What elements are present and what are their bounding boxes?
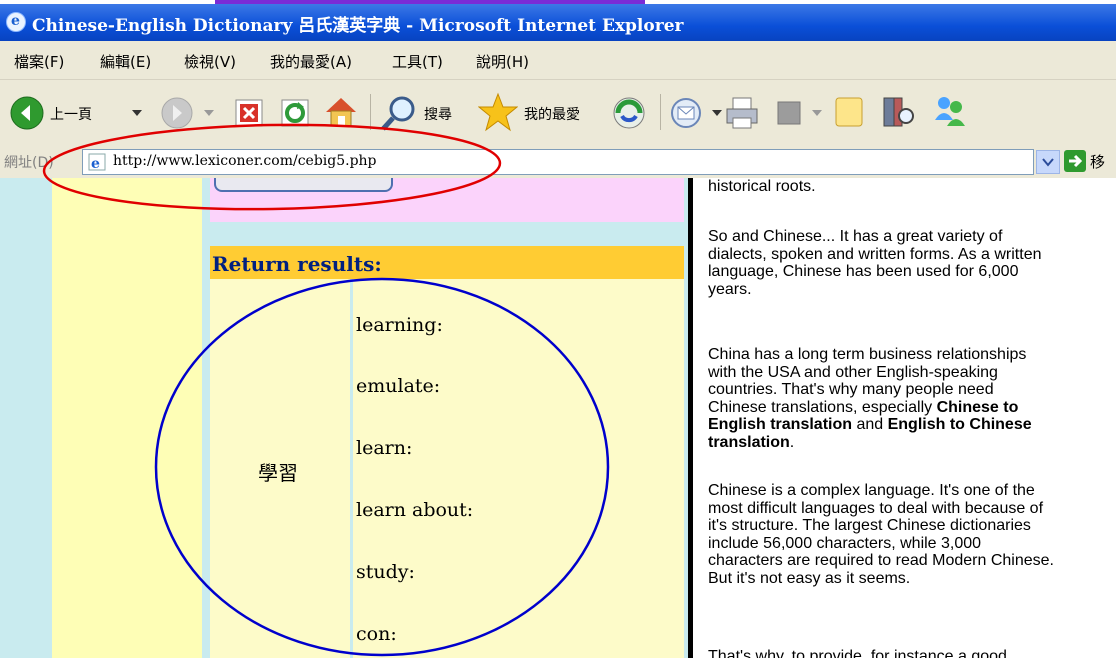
left-sidebar: [52, 178, 202, 658]
favorites-star-icon[interactable]: [478, 92, 518, 132]
article-paragraph: So and Chinese... It has a great variety…: [708, 228, 1042, 298]
edit-dropdown-icon[interactable]: [812, 110, 822, 118]
svg-text:e: e: [91, 156, 100, 171]
back-dropdown-icon[interactable]: [132, 110, 142, 118]
toolbar: 上一頁 搜尋 我的最愛: [0, 80, 1116, 147]
results-header-text: Return results:: [212, 252, 382, 276]
research-icon[interactable]: [880, 94, 916, 130]
edit-icon[interactable]: [776, 100, 804, 126]
entry-word: 學習: [258, 461, 298, 485]
refresh-icon[interactable]: [280, 98, 310, 128]
search-submit-button[interactable]: [214, 178, 393, 192]
address-label: 網址(D): [4, 155, 54, 171]
definition-item: emulate:: [356, 375, 441, 397]
address-bar: 網址(D) e http://www.lexiconer.com/cebig5.…: [0, 146, 1116, 179]
back-label[interactable]: 上一頁: [50, 104, 92, 124]
search-label[interactable]: 搜尋: [424, 104, 452, 124]
favorites-label[interactable]: 我的最愛: [524, 104, 580, 124]
mail-dropdown-icon[interactable]: [712, 110, 722, 118]
definition-item: learning:: [356, 314, 443, 336]
back-icon[interactable]: [10, 96, 44, 130]
menu-tools[interactable]: 工具(T): [392, 51, 443, 72]
left-margin: [0, 178, 52, 658]
menu-view[interactable]: 檢視(V): [184, 51, 236, 72]
definition-item: learn about:: [356, 499, 474, 521]
go-label[interactable]: 移: [1090, 151, 1105, 172]
search-icon[interactable]: [380, 94, 420, 132]
menu-favorites[interactable]: 我的最愛(A): [270, 51, 352, 72]
address-dropdown-icon[interactable]: [1036, 150, 1060, 174]
menu-bar: 檔案(F) 編輯(E) 檢視(V) 我的最愛(A) 工具(T) 說明(H): [0, 41, 1116, 80]
menu-file[interactable]: 檔案(F): [14, 51, 64, 72]
results-header: Return results:: [210, 246, 684, 279]
article-text: historical roots. So and Chinese... It h…: [708, 178, 1116, 658]
go-button[interactable]: 移: [1064, 150, 1116, 174]
menu-edit[interactable]: 編輯(E): [100, 51, 151, 72]
definition-item: con:: [356, 623, 397, 645]
article-paragraph: Chinese is a complex language. It's one …: [708, 482, 1054, 587]
forward-icon[interactable]: [160, 96, 194, 130]
discuss-icon[interactable]: [834, 96, 864, 128]
results-divider: [350, 279, 353, 658]
mail-icon[interactable]: [670, 96, 706, 130]
forward-dropdown-icon[interactable]: [204, 110, 214, 118]
ie-page-icon: e: [88, 153, 106, 171]
article-paragraph: That's why, to provide, for instance a g…: [708, 648, 1007, 658]
stop-icon[interactable]: [234, 98, 264, 128]
definition-item: study:: [356, 561, 415, 583]
address-input[interactable]: e http://www.lexiconer.com/cebig5.php: [82, 149, 1034, 175]
media-icon[interactable]: [612, 96, 646, 130]
print-icon[interactable]: [724, 96, 760, 130]
page-content: Return results: 學習 learning: emulate: le…: [0, 178, 1116, 658]
title-bar: e Chinese-English Dictionary 呂氏漢英字典 - Mi…: [0, 4, 1116, 41]
address-url[interactable]: http://www.lexiconer.com/cebig5.php: [113, 153, 377, 169]
column-separator: [688, 178, 693, 658]
home-icon[interactable]: [322, 94, 360, 128]
messenger-icon[interactable]: [932, 94, 966, 130]
go-arrow-icon: [1064, 150, 1086, 172]
definition-item: learn:: [356, 437, 413, 459]
window-title: Chinese-English Dictionary 呂氏漢英字典 - Micr…: [32, 16, 684, 36]
menu-help[interactable]: 說明(H): [476, 51, 529, 72]
ie-window-icon: e: [6, 12, 26, 32]
article-paragraph: historical roots.: [708, 178, 816, 195]
article-paragraph: China has a long term business relations…: [708, 346, 1032, 451]
